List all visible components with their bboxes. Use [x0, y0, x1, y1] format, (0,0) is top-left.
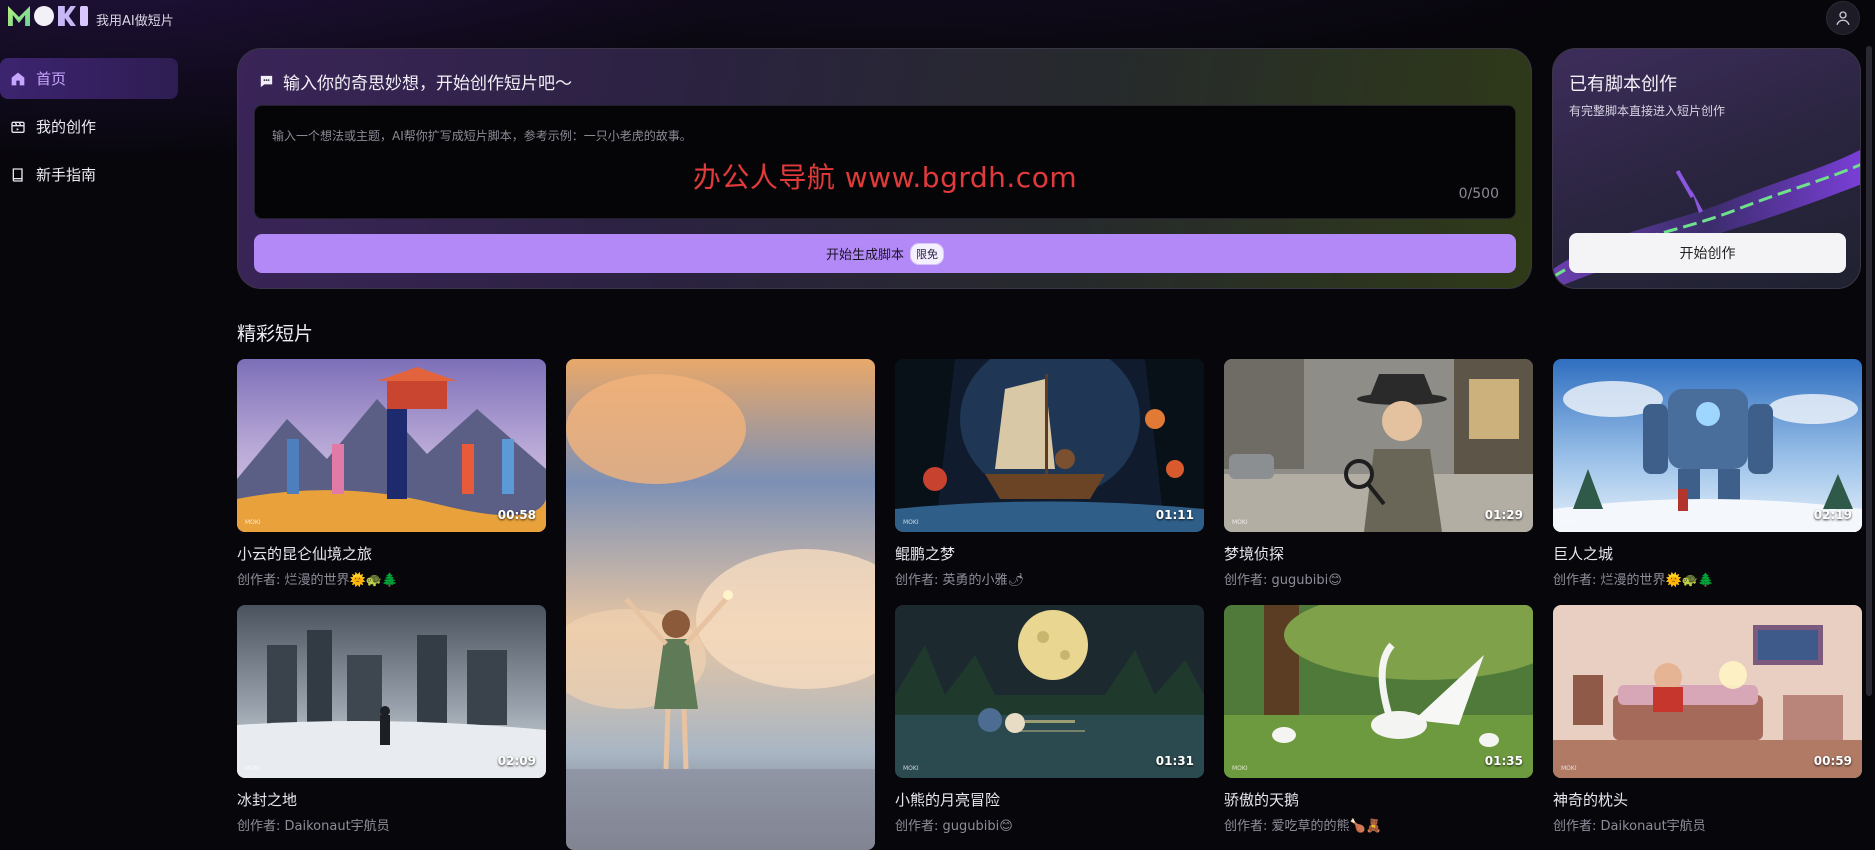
video-duration: 01:35: [1484, 754, 1523, 768]
video-thumbnail[interactable]: MOKI 02:19: [1553, 359, 1862, 532]
video-card[interactable]: MOKI 01:29 梦境侦探 创作者: gugubibi😊: [1224, 359, 1533, 588]
video-creator: 创作者: 烂漫的世界🌞🐢🌲: [1553, 573, 1715, 588]
logo-letter-k: [58, 6, 76, 26]
video-title[interactable]: 巨人之城: [1553, 543, 1862, 564]
video-title[interactable]: 骄傲的天鹅: [1224, 789, 1533, 810]
moki-logo[interactable]: [8, 6, 88, 26]
existing-script-card: 已有脚本创作 有完整脚本直接进入短片创作 开始创作: [1552, 48, 1861, 289]
film-icon: [11, 121, 25, 133]
app-tagline: 我用AI做短片: [96, 14, 174, 29]
video-duration: 01:11: [1155, 508, 1194, 522]
chat-bubble-icon: [260, 75, 273, 88]
video-duration: 00:58: [497, 508, 536, 522]
thumbnail-watermark-logo: MOKI: [1232, 519, 1248, 526]
video-card[interactable]: MOKI 01:31 小熊的月亮冒险 创作者: gugubibi😊: [895, 605, 1204, 834]
thumbnail-image: [1553, 359, 1862, 532]
thumbnail-image: [1224, 359, 1533, 532]
thumbnail-watermark-logo: MOKI: [1232, 765, 1248, 772]
thumbnail-image: [566, 359, 875, 850]
video-title[interactable]: 小熊的月亮冒险: [895, 789, 1204, 810]
video-card[interactable]: MOKI 00:59 神奇的枕头 创作者: Daikonaut宇航员: [1553, 605, 1862, 834]
video-card[interactable]: MOKI 02:09 冰封之地 创作者: Daikonaut宇航员: [237, 605, 546, 834]
thumbnail-watermark-logo: MOKI: [903, 519, 919, 526]
thumbnail-watermark-logo: MOKI: [245, 519, 261, 526]
prompt-card: 输入你的奇思妙想，开始创作短片吧～ 输入一个想法或主题，AI帮你扩写成短片脚本，…: [237, 48, 1532, 289]
video-creator: 创作者: 爱吃草的的熊🍗🧸: [1224, 819, 1382, 834]
thumbnail-watermark-logo: MOKI: [1561, 519, 1577, 526]
user-icon: [1836, 11, 1850, 26]
video-creator: 创作者: 烂漫的世界🌞🐢🌲: [237, 573, 399, 588]
sidebar-item-my-creations[interactable]: 我的创作: [0, 106, 178, 147]
video-title[interactable]: 冰封之地: [237, 789, 546, 810]
prompt-placeholder: 输入一个想法或主题，AI帮你扩写成短片脚本，参考示例：一只小老虎的故事。: [272, 129, 692, 143]
video-duration: 01:31: [1155, 754, 1194, 768]
home-icon: [11, 72, 25, 85]
thumbnail-image: [895, 359, 1204, 532]
top-bar: 我用AI做短片: [0, 0, 1875, 38]
thumbnail-image: [1224, 605, 1533, 778]
sidebar-item-label: 首页: [36, 70, 67, 88]
featured-tall-thumbnail[interactable]: [566, 359, 875, 850]
script-card-title: 已有脚本创作: [1569, 74, 1677, 95]
thumbnail-watermark-logo: MOKI: [245, 765, 261, 772]
generate-script-label: 开始生成脚本: [825, 248, 904, 263]
thumbnail-watermark-logo: MOKI: [1561, 765, 1577, 772]
thumbnail-image: [237, 359, 546, 532]
video-thumbnail[interactable]: MOKI 01:31: [895, 605, 1204, 778]
video-thumbnail[interactable]: MOKI 00:59: [1553, 605, 1862, 778]
thumbnail-image: [1553, 605, 1862, 778]
prompt-textarea[interactable]: 输入一个想法或主题，AI帮你扩写成短片脚本，参考示例：一只小老虎的故事。 办公人…: [254, 105, 1516, 219]
char-counter: 0/500: [1458, 186, 1499, 202]
video-card[interactable]: MOKI 00:58 小云的昆仑仙境之旅 创作者: 烂漫的世界🌞🐢🌲: [237, 359, 546, 588]
generate-script-button[interactable]: 开始生成脚本 限免: [254, 234, 1516, 273]
prompt-title: 输入你的奇思妙想，开始创作短片吧～: [258, 69, 572, 94]
video-card[interactable]: MOKI 01:35 骄傲的天鹅 创作者: 爱吃草的的熊🍗🧸: [1224, 605, 1533, 834]
thumbnail-image: [237, 605, 546, 778]
app-root: 我用AI做短片 首页 我的创作 新手指南 输入你的奇思妙想，开始创作短片吧～ 输…: [0, 0, 1875, 850]
logo-letter-i: [80, 6, 88, 26]
video-creator: 创作者: gugubibi😊: [895, 819, 1013, 834]
logo-letter-o: [34, 6, 54, 26]
video-creator: 创作者: 英勇的小雅🌶: [895, 573, 1025, 588]
page-scrollbar[interactable]: [1866, 46, 1872, 696]
video-creator: 创作者: Daikonaut宇航员: [1553, 819, 1706, 834]
video-duration: 01:29: [1484, 508, 1523, 522]
sidebar-item-label: 我的创作: [36, 118, 97, 136]
book-icon: [12, 167, 23, 182]
video-duration: 00:59: [1813, 754, 1852, 768]
logo-letter-m: [8, 6, 30, 26]
thumbnail-image: [895, 605, 1204, 778]
sidebar: 首页 我的创作 新手指南: [0, 58, 178, 202]
video-duration: 02:19: [1813, 508, 1852, 522]
video-card[interactable]: MOKI 02:19 巨人之城 创作者: 烂漫的世界🌞🐢🌲: [1553, 359, 1862, 588]
sidebar-item-label: 新手指南: [36, 166, 97, 184]
sidebar-item-home[interactable]: 首页: [0, 58, 178, 99]
free-badge: 限免: [910, 242, 944, 265]
sidebar-item-beginner-guide[interactable]: 新手指南: [0, 154, 178, 195]
video-thumbnail[interactable]: MOKI 00:58: [237, 359, 546, 532]
video-title[interactable]: 梦境侦探: [1224, 543, 1533, 564]
video-card[interactable]: MOKI 01:11 鲲鹏之梦 创作者: 英勇的小雅🌶: [895, 359, 1204, 588]
script-card-subtitle: 有完整脚本直接进入短片创作: [1569, 104, 1726, 118]
video-thumbnail[interactable]: MOKI 01:11: [895, 359, 1204, 532]
start-creation-button[interactable]: 开始创作: [1569, 233, 1846, 273]
video-title[interactable]: 神奇的枕头: [1553, 789, 1862, 810]
prompt-title-text: 输入你的奇思妙想，开始创作短片吧～: [283, 74, 572, 94]
video-creator: 创作者: gugubibi😊: [1224, 573, 1342, 588]
video-thumbnail[interactable]: MOKI 01:29: [1224, 359, 1533, 532]
video-title[interactable]: 鲲鹏之梦: [895, 543, 1204, 564]
user-avatar-button[interactable]: [1826, 1, 1860, 35]
video-thumbnail[interactable]: MOKI 02:09: [237, 605, 546, 778]
video-title[interactable]: 小云的昆仑仙境之旅: [237, 543, 546, 564]
thumbnail-watermark-logo: MOKI: [903, 765, 919, 772]
featured-section-title: 精彩短片: [237, 323, 314, 345]
video-duration: 02:09: [497, 754, 536, 768]
watermark-text: 办公人导航 www.bgrdh.com: [692, 161, 1078, 194]
video-creator: 创作者: Daikonaut宇航员: [237, 819, 390, 834]
video-thumbnail[interactable]: MOKI 01:35: [1224, 605, 1533, 778]
